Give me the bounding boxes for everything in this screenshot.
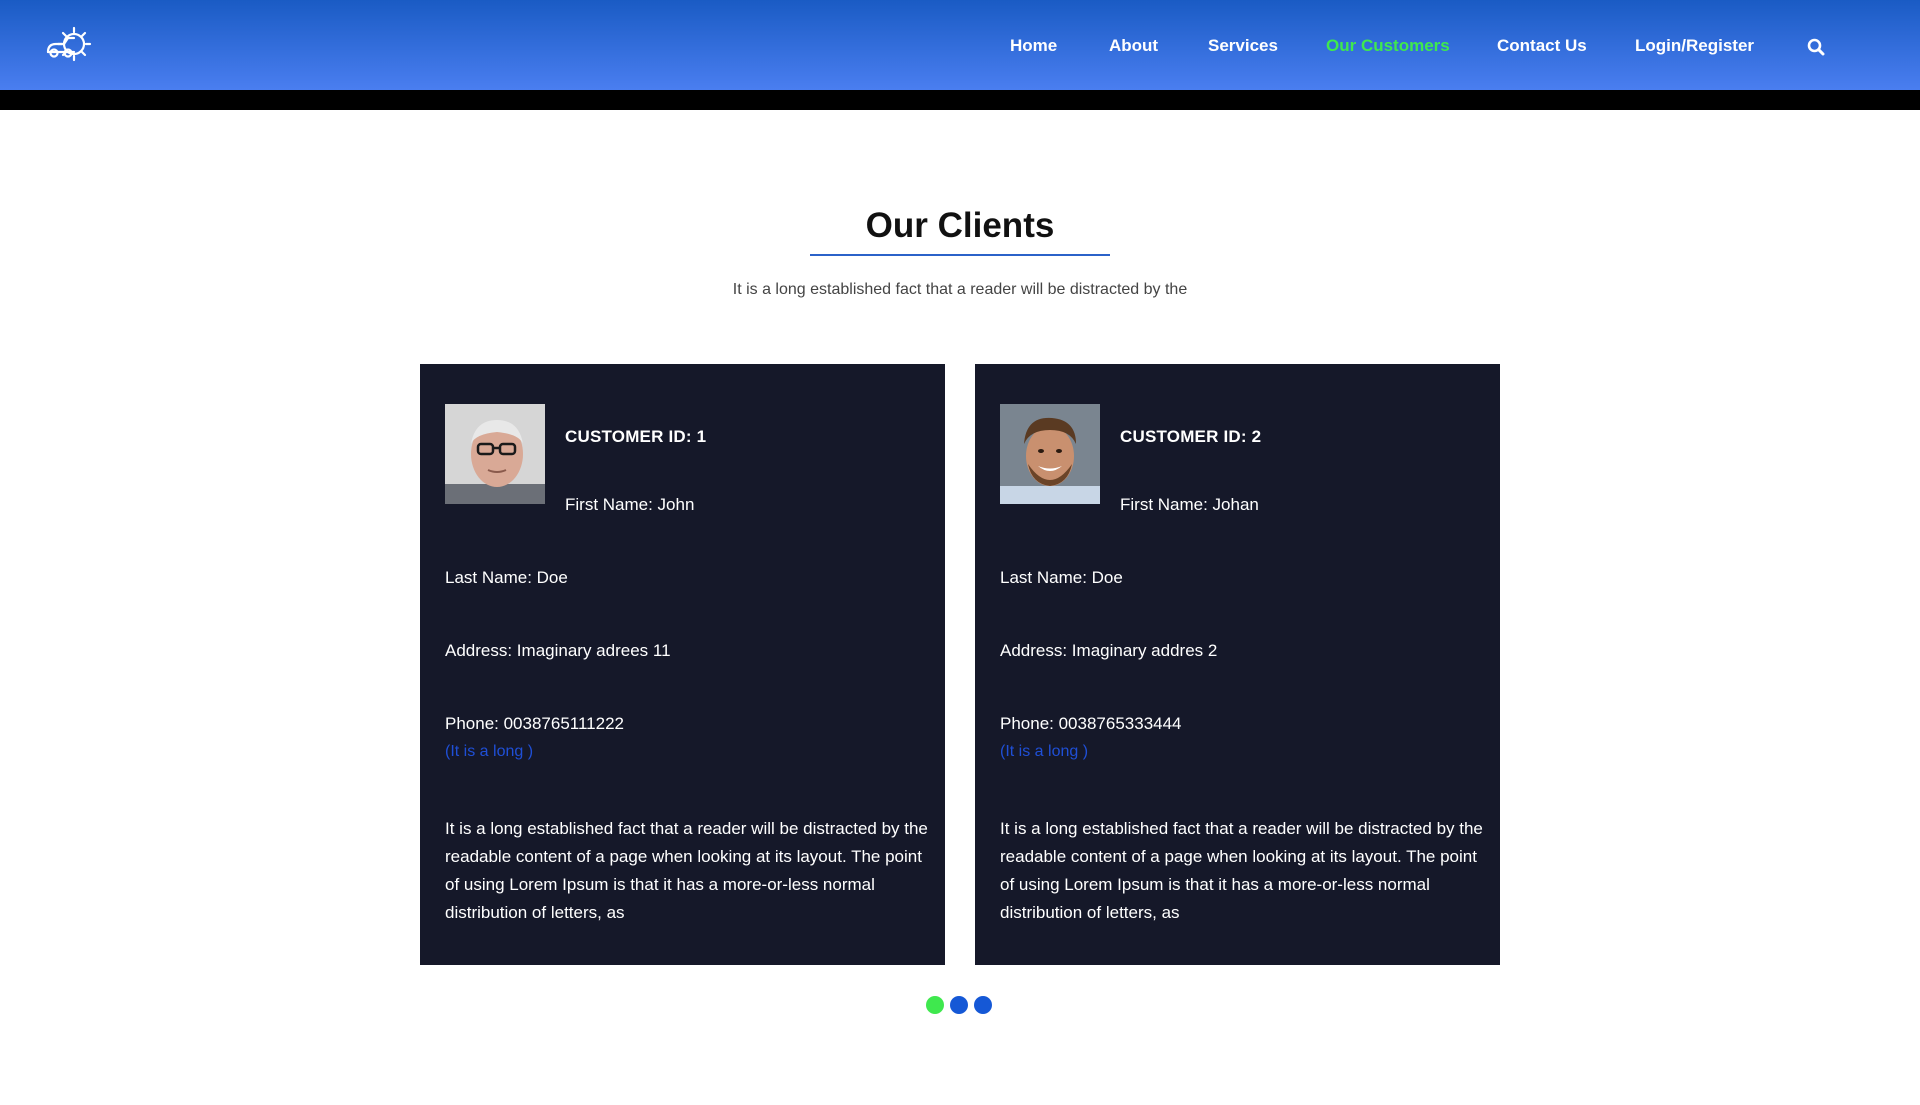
title-underline — [810, 254, 1110, 256]
search-icon[interactable] — [1807, 38, 1825, 56]
customer-id: CUSTOMER ID: 1 — [565, 427, 707, 446]
customer-note-link[interactable]: (It is a long ) — [445, 743, 533, 761]
customer-first-name: First Name: Johan — [1120, 495, 1259, 514]
section-title: Our Clients — [865, 206, 1055, 245]
carousel-dot-3[interactable] — [974, 996, 992, 1014]
customer-avatar — [445, 404, 545, 504]
customer-avatar — [1000, 404, 1100, 504]
customer-id: CUSTOMER ID: 2 — [1120, 427, 1262, 446]
nav-about[interactable]: About — [1109, 36, 1158, 56]
nav-login-register[interactable]: Login/Register — [1635, 36, 1754, 56]
carousel-dot-2[interactable] — [950, 996, 968, 1014]
customer-card: CUSTOMER ID: 1 First Name: John Last Nam… — [420, 364, 945, 965]
customer-description: It is a long established fact that a rea… — [1000, 819, 1483, 922]
carousel-dot-1[interactable] — [926, 996, 944, 1014]
customer-address: Address: Imaginary adrees 11 — [445, 641, 671, 660]
customer-last-name: Last Name: Doe — [1000, 568, 1123, 587]
nav-bottom-strip — [0, 90, 1920, 110]
customer-card: CUSTOMER ID: 2 First Name: Johan Last Na… — [975, 364, 1500, 965]
customer-note-link[interactable]: (It is a long ) — [1000, 743, 1088, 761]
customer-first-name: First Name: John — [565, 495, 695, 514]
nav-home[interactable]: Home — [1010, 36, 1057, 56]
nav-our-customers[interactable]: Our Customers — [1326, 36, 1450, 56]
section-subtitle: It is a long established fact that a rea… — [732, 281, 1188, 298]
customer-phone: Phone: 0038765111222 — [445, 714, 624, 733]
customer-phone: Phone: 0038765333444 — [1000, 714, 1182, 733]
nav-services[interactable]: Services — [1208, 36, 1278, 56]
nav-menu: Home About Services Our Customers Contac… — [0, 0, 1920, 90]
customer-address: Address: Imaginary addres 2 — [1000, 641, 1218, 660]
nav-contact-us[interactable]: Contact Us — [1497, 36, 1587, 56]
customer-description: It is a long established fact that a rea… — [445, 819, 928, 922]
top-navbar: Home About Services Our Customers Contac… — [0, 0, 1920, 90]
customer-last-name: Last Name: Doe — [445, 568, 568, 587]
